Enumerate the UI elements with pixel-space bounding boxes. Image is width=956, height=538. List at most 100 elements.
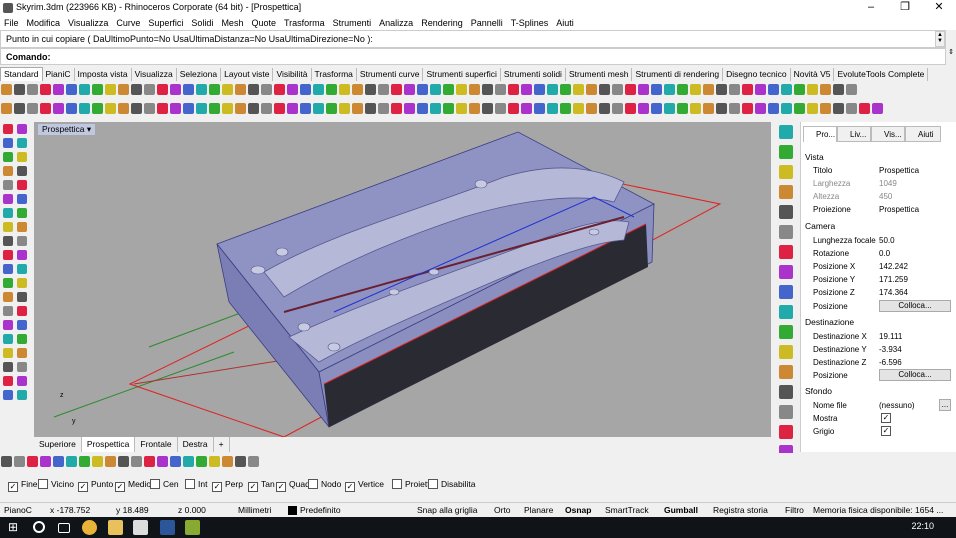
bottom-tool-icon[interactable] (209, 456, 220, 467)
secondary-tool-icon[interactable] (92, 103, 103, 114)
tab-pianic[interactable]: PianiC (43, 68, 75, 81)
secondary-tool-icon[interactable] (27, 103, 38, 114)
tab-seleziona[interactable]: Seleziona (177, 68, 222, 81)
tab-livelli[interactable]: Liv... (837, 126, 871, 142)
right-tool-icon[interactable] (779, 365, 793, 379)
left-tool-icon[interactable] (17, 138, 27, 148)
right-tool-icon[interactable] (779, 305, 793, 319)
standard-tool-icon[interactable] (677, 84, 688, 95)
standard-tool-icon[interactable] (664, 84, 675, 95)
osnap-checkbox[interactable] (38, 479, 48, 489)
left-tool-icon[interactable] (17, 334, 27, 344)
secondary-tool-icon[interactable] (105, 103, 116, 114)
menu-curve[interactable]: Curve (112, 16, 144, 30)
menu-solidi[interactable]: Solidi (187, 16, 217, 30)
left-tool-icon[interactable] (17, 362, 27, 372)
bottom-tool-icon[interactable] (105, 456, 116, 467)
secondary-tool-icon[interactable] (638, 103, 649, 114)
secondary-tool-icon[interactable] (794, 103, 805, 114)
minimize-button[interactable]: – (854, 0, 888, 16)
bottom-tool-icon[interactable] (196, 456, 207, 467)
right-tool-icon[interactable] (779, 405, 793, 419)
dest-value[interactable]: -3.934 (879, 345, 902, 354)
bottom-tool-icon[interactable] (92, 456, 103, 467)
bottom-tool-icon[interactable] (235, 456, 246, 467)
osnap-checkbox[interactable]: ✓ (276, 482, 286, 492)
left-tool-icon[interactable] (3, 166, 13, 176)
vista-value[interactable]: Prospettica (879, 166, 919, 175)
secondary-tool-icon[interactable] (53, 103, 64, 114)
standard-tool-icon[interactable] (482, 84, 493, 95)
standard-tool-icon[interactable] (339, 84, 350, 95)
secondary-tool-icon[interactable] (79, 103, 90, 114)
osnap-checkbox[interactable]: ✓ (8, 482, 18, 492)
osnap-checkbox[interactable]: ✓ (78, 482, 88, 492)
left-tool-icon[interactable] (3, 278, 13, 288)
standard-tool-icon[interactable] (378, 84, 389, 95)
vtab-superiore[interactable]: Superiore (34, 437, 82, 452)
standard-tool-icon[interactable] (404, 84, 415, 95)
left-tool-icon[interactable] (3, 180, 13, 190)
tab-visibilita[interactable]: Visibilità (273, 68, 312, 81)
secondary-tool-icon[interactable] (378, 103, 389, 114)
standard-tool-icon[interactable] (365, 84, 376, 95)
command-history-scrollbar[interactable]: ▲ ▼ (935, 31, 945, 47)
secondary-tool-icon[interactable] (612, 103, 623, 114)
menu-strumenti[interactable]: Strumenti (329, 16, 376, 30)
osnap-checkbox[interactable] (308, 479, 318, 489)
grid-snap-toggle[interactable]: Snap alla griglia (417, 505, 477, 515)
filter-toggle[interactable]: Filtro (785, 505, 804, 515)
secondary-tool-icon[interactable] (365, 103, 376, 114)
secondary-tool-icon[interactable] (573, 103, 584, 114)
osnap-perp[interactable]: ✓ Perp (212, 479, 243, 492)
tab-strumenti-solidi[interactable]: Strumenti solidi (501, 68, 566, 81)
standard-tool-icon[interactable] (274, 84, 285, 95)
store-icon[interactable] (133, 520, 148, 535)
standard-tool-icon[interactable] (430, 84, 441, 95)
left-tool-icon[interactable] (3, 264, 13, 274)
standard-tool-icon[interactable] (612, 84, 623, 95)
osnap-checkbox[interactable] (428, 479, 438, 489)
menu-file[interactable]: File (0, 16, 23, 30)
osnap-vertice[interactable]: ✓ Vertice (345, 479, 384, 492)
standard-tool-icon[interactable] (573, 84, 584, 95)
secondary-tool-icon[interactable] (495, 103, 506, 114)
right-tool-icon[interactable] (779, 285, 793, 299)
standard-tool-icon[interactable] (768, 84, 779, 95)
bottom-tool-icon[interactable] (53, 456, 64, 467)
status-plane[interactable]: PianoC (4, 505, 32, 515)
camera-value[interactable]: 50.0 (879, 236, 895, 245)
secondary-tool-icon[interactable] (755, 103, 766, 114)
standard-tool-icon[interactable] (352, 84, 363, 95)
secondary-tool-icon[interactable] (820, 103, 831, 114)
standard-tool-icon[interactable] (118, 84, 129, 95)
secondary-tool-icon[interactable] (1, 103, 12, 114)
file-explorer-icon[interactable] (108, 520, 123, 535)
standard-tool-icon[interactable] (131, 84, 142, 95)
left-tool-icon[interactable] (3, 194, 13, 204)
secondary-tool-icon[interactable] (222, 103, 233, 114)
standard-tool-icon[interactable] (144, 84, 155, 95)
standard-tool-icon[interactable] (690, 84, 701, 95)
osnap-checkbox[interactable] (392, 479, 402, 489)
secondary-tool-icon[interactable] (118, 103, 129, 114)
left-tool-icon[interactable] (3, 362, 13, 372)
word-icon[interactable] (160, 520, 175, 535)
left-tool-icon[interactable] (17, 166, 27, 176)
left-tool-icon[interactable] (17, 306, 27, 316)
secondary-tool-icon[interactable] (14, 103, 25, 114)
left-tool-icon[interactable] (3, 306, 13, 316)
secondary-tool-icon[interactable] (170, 103, 181, 114)
standard-tool-icon[interactable] (755, 84, 766, 95)
standard-tool-icon[interactable] (625, 84, 636, 95)
osnap-medio[interactable]: ✓ Medio (115, 479, 151, 492)
tab-strumenti-rendering[interactable]: Strumenti di rendering (632, 68, 724, 81)
camera-value[interactable]: 0.0 (879, 249, 890, 258)
command-scroll-icon[interactable]: ⇕ (946, 48, 956, 65)
secondary-tool-icon[interactable] (287, 103, 298, 114)
left-tool-icon[interactable] (3, 320, 13, 330)
left-tool-icon[interactable] (17, 264, 27, 274)
secondary-tool-icon[interactable] (235, 103, 246, 114)
tab-strumenti-curve[interactable]: Strumenti curve (357, 68, 424, 81)
secondary-tool-icon[interactable] (456, 103, 467, 114)
